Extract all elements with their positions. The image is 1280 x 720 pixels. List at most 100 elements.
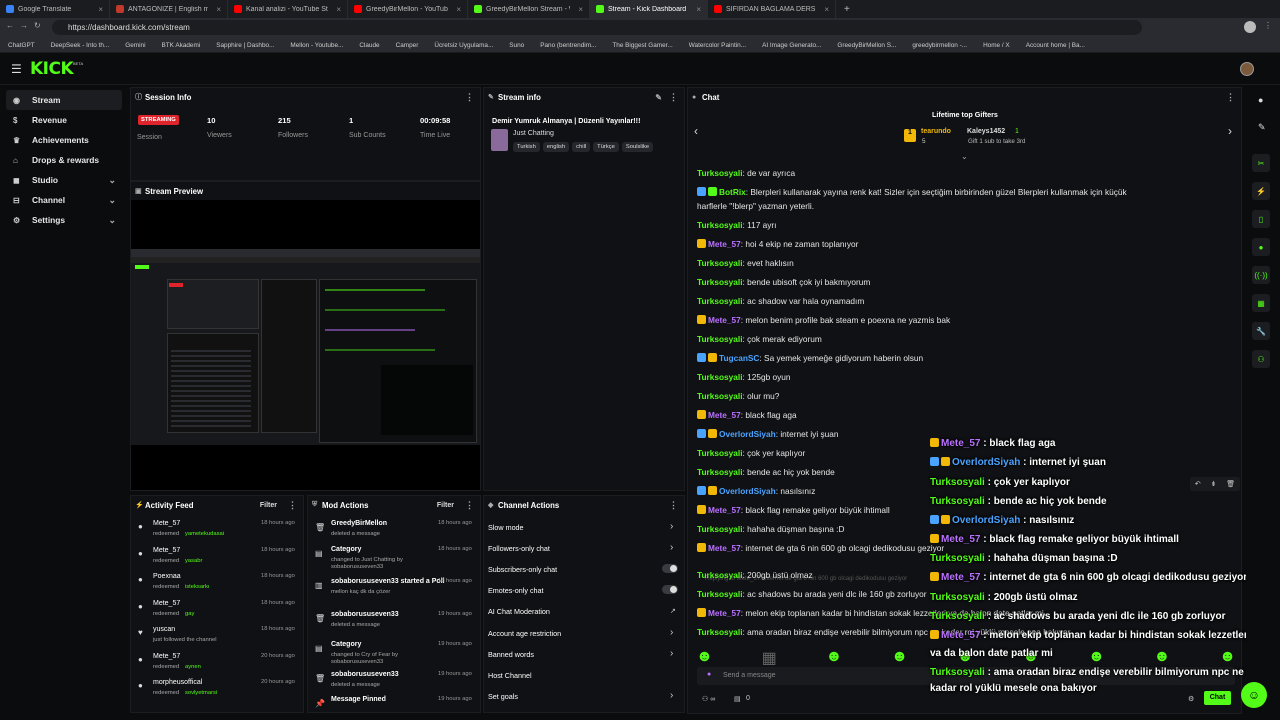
chat-message[interactable]: Turksosyali: 200gb üstü olmaz bbox=[697, 570, 813, 581]
channel-action-item[interactable]: Slow mode bbox=[488, 523, 524, 532]
broadcast-icon[interactable]: ((·)) bbox=[1252, 266, 1270, 284]
emote-icon[interactable]: ☻ bbox=[1154, 648, 1171, 665]
chat-username[interactable]: Turksosyali bbox=[697, 391, 743, 401]
chat-message[interactable]: Turksosyali: evet haklısın bbox=[697, 258, 794, 269]
emote-icon[interactable]: ▦ bbox=[762, 648, 777, 667]
chat-username[interactable]: Mete_57 bbox=[708, 239, 741, 249]
chat-message[interactable]: Turksosyali: hahaha düşman başına :D bbox=[697, 524, 844, 535]
stream-tag[interactable]: Soulslike bbox=[621, 142, 654, 152]
more-icon[interactable]: ⋮ bbox=[1226, 92, 1235, 103]
bookmark-item[interactable]: Sapphire | Dashbo... bbox=[208, 42, 282, 49]
channel-action-item[interactable]: Host Channel bbox=[488, 671, 532, 680]
chat-username[interactable]: BotRix bbox=[719, 187, 746, 197]
sidebar-item-achievements[interactable]: ♛ Achievements bbox=[6, 130, 122, 150]
bookmark-item[interactable]: Watercolor Paintin... bbox=[681, 42, 754, 49]
emote-icon[interactable]: ☻ bbox=[826, 648, 843, 665]
address-bar[interactable]: https://dashboard.kick.com/stream bbox=[52, 20, 1142, 35]
bookmark-item[interactable]: DeepSeek - Into th... bbox=[43, 42, 118, 49]
chat-message[interactable]: Turksosyali: çok merak ediyorum bbox=[697, 334, 822, 345]
bookmark-item[interactable]: The Biggest Gamer... bbox=[604, 42, 680, 49]
close-tab-icon[interactable]: × bbox=[98, 5, 103, 14]
reload-icon[interactable]: ↻ bbox=[34, 21, 41, 30]
chat-username[interactable]: Mete_57 bbox=[708, 410, 741, 420]
chat-message[interactable]: Turksosyali: 125gb oyun bbox=[697, 372, 791, 383]
chat-username[interactable]: Turksosyali bbox=[697, 296, 743, 306]
emote-icon[interactable]: ☻ bbox=[1088, 648, 1105, 665]
browser-tab[interactable]: ANTAGONIZE | English meaning - × bbox=[110, 0, 228, 18]
activity-user[interactable]: Mete_57 bbox=[153, 600, 180, 607]
chat-message[interactable]: Mete_57: black flag aga bbox=[697, 410, 797, 421]
chat-message[interactable]: Turksosyali: ac shadows bu arada yeni dl… bbox=[697, 589, 927, 600]
profile-avatar[interactable] bbox=[1244, 21, 1256, 33]
chat-message[interactable]: Turksosyali: olur mu? bbox=[697, 391, 779, 402]
close-tab-icon[interactable]: × bbox=[696, 5, 701, 14]
bookmark-item[interactable]: Account home | Ba... bbox=[1018, 42, 1093, 49]
activity-user[interactable]: morpheusoffical bbox=[153, 679, 202, 686]
people-icon[interactable]: ⚇ bbox=[1252, 350, 1270, 368]
chat-username[interactable]: OverlordSiyah bbox=[719, 486, 776, 496]
new-tab-icon[interactable]: + bbox=[836, 4, 850, 15]
chat-message[interactable]: TugcanSC: Sa yemek yemeğe gidiyorum habe… bbox=[697, 353, 923, 364]
chat-message[interactable]: Turksosyali: 117 ayrı bbox=[697, 220, 777, 231]
more-icon[interactable]: ⋮ bbox=[669, 500, 678, 511]
emote-icon[interactable]: ☻ bbox=[891, 648, 908, 665]
support-chat-icon[interactable]: ☺ bbox=[1241, 682, 1267, 708]
bookmark-item[interactable]: Gemini bbox=[117, 42, 153, 49]
chevron-right-icon[interactable]: › bbox=[670, 542, 673, 553]
gift-note[interactable]: Gift 1 sub to take 3rd bbox=[968, 138, 1025, 145]
browser-tab[interactable]: Google Translate × bbox=[0, 0, 110, 18]
chat-username[interactable]: TugcanSC bbox=[719, 353, 759, 363]
browser-tab[interactable]: SIFIRDAN BAĞLAMA DERSİ 3 (EN... × bbox=[708, 0, 836, 18]
browser-tab[interactable]: GreedyBirMellon - YouTube × bbox=[348, 0, 468, 18]
chat-username[interactable]: Mete_57 bbox=[708, 505, 741, 515]
page-icon[interactable]: ▯ bbox=[1252, 210, 1270, 228]
more-icon[interactable]: ⋮ bbox=[288, 500, 297, 511]
channel-action-item[interactable]: AI Chat Moderation bbox=[488, 607, 550, 616]
user-avatar[interactable] bbox=[1240, 62, 1254, 76]
filter-button[interactable]: Filter bbox=[260, 502, 277, 509]
chevron-right-icon[interactable]: › bbox=[670, 627, 673, 638]
clip-icon[interactable]: ✂ bbox=[1252, 154, 1270, 172]
chat-username[interactable]: Turksosyali bbox=[697, 448, 743, 458]
send-chat-button[interactable]: Chat bbox=[1204, 691, 1231, 705]
mic-icon[interactable]: ● bbox=[707, 671, 711, 678]
stream-tag[interactable]: english bbox=[542, 142, 570, 152]
chevron-right-icon[interactable]: › bbox=[1228, 124, 1232, 138]
sidebar-item-revenue[interactable]: $ Revenue bbox=[6, 110, 122, 130]
emote-icon[interactable]: ☻ bbox=[696, 648, 713, 665]
chat-message[interactable]: Turksosyali: çok yer kaplıyor bbox=[697, 448, 805, 459]
toggle-switch[interactable] bbox=[662, 564, 678, 574]
chat-username[interactable]: Turksosyali bbox=[697, 168, 743, 178]
chat-username[interactable]: Mete_57 bbox=[708, 543, 741, 553]
bookmark-item[interactable]: Home / X bbox=[975, 42, 1018, 49]
reply-icon[interactable]: ↶ bbox=[1195, 480, 1201, 488]
forward-icon[interactable]: → bbox=[20, 21, 28, 30]
chat-message[interactable]: Mete_57: black flag remake geliyor büyük… bbox=[697, 505, 890, 516]
external-link-icon[interactable]: ↗ bbox=[670, 607, 676, 615]
close-tab-icon[interactable]: × bbox=[456, 5, 461, 14]
browser-tab[interactable]: Kanal analizi - YouTube Studio × bbox=[228, 0, 348, 18]
stream-tag[interactable]: chill bbox=[572, 142, 591, 152]
chat-message[interactable]: Turksosyali: bende ac hiç yok bende bbox=[697, 467, 835, 478]
channel-action-item[interactable]: Subscribers-only chat bbox=[488, 565, 557, 574]
bookmark-item[interactable]: BTK Akademi bbox=[154, 42, 209, 49]
delete-icon[interactable]: 🗑 bbox=[1226, 480, 1235, 488]
bookmark-item[interactable]: GreedyBirMellon S... bbox=[829, 42, 904, 49]
pen-icon[interactable]: ✎ bbox=[1258, 122, 1266, 133]
menu-icon[interactable]: ⋮ bbox=[1264, 21, 1272, 30]
chat-message[interactable]: OverlordSiyah: nasılsınız bbox=[697, 486, 815, 497]
chat-username[interactable]: Turksosyali bbox=[697, 258, 743, 268]
chat-message[interactable]: BotRix: Blerpleri kullanarak yayına renk… bbox=[697, 187, 1127, 198]
chevron-right-icon[interactable]: › bbox=[670, 648, 673, 659]
chat-settings-icon[interactable]: ⚙ bbox=[1188, 695, 1194, 703]
chat-username[interactable]: Mete_57 bbox=[708, 608, 741, 618]
activity-user[interactable]: Mete_57 bbox=[153, 547, 180, 554]
bookmark-item[interactable]: Claude bbox=[351, 42, 387, 49]
sidebar-item-stream[interactable]: ◉ Stream bbox=[6, 90, 122, 110]
chat-username[interactable]: Turksosyali bbox=[697, 372, 743, 382]
chat-username[interactable]: OverlordSiyah bbox=[719, 429, 776, 439]
chat-message[interactable]: OverlordSiyah: internet iyi şuan bbox=[697, 429, 838, 440]
bookmark-item[interactable]: Pano (bentrendim... bbox=[532, 42, 604, 49]
activity-user[interactable]: Mete_57 bbox=[153, 653, 180, 660]
hamburger-menu-icon[interactable]: ☰ bbox=[11, 62, 22, 76]
